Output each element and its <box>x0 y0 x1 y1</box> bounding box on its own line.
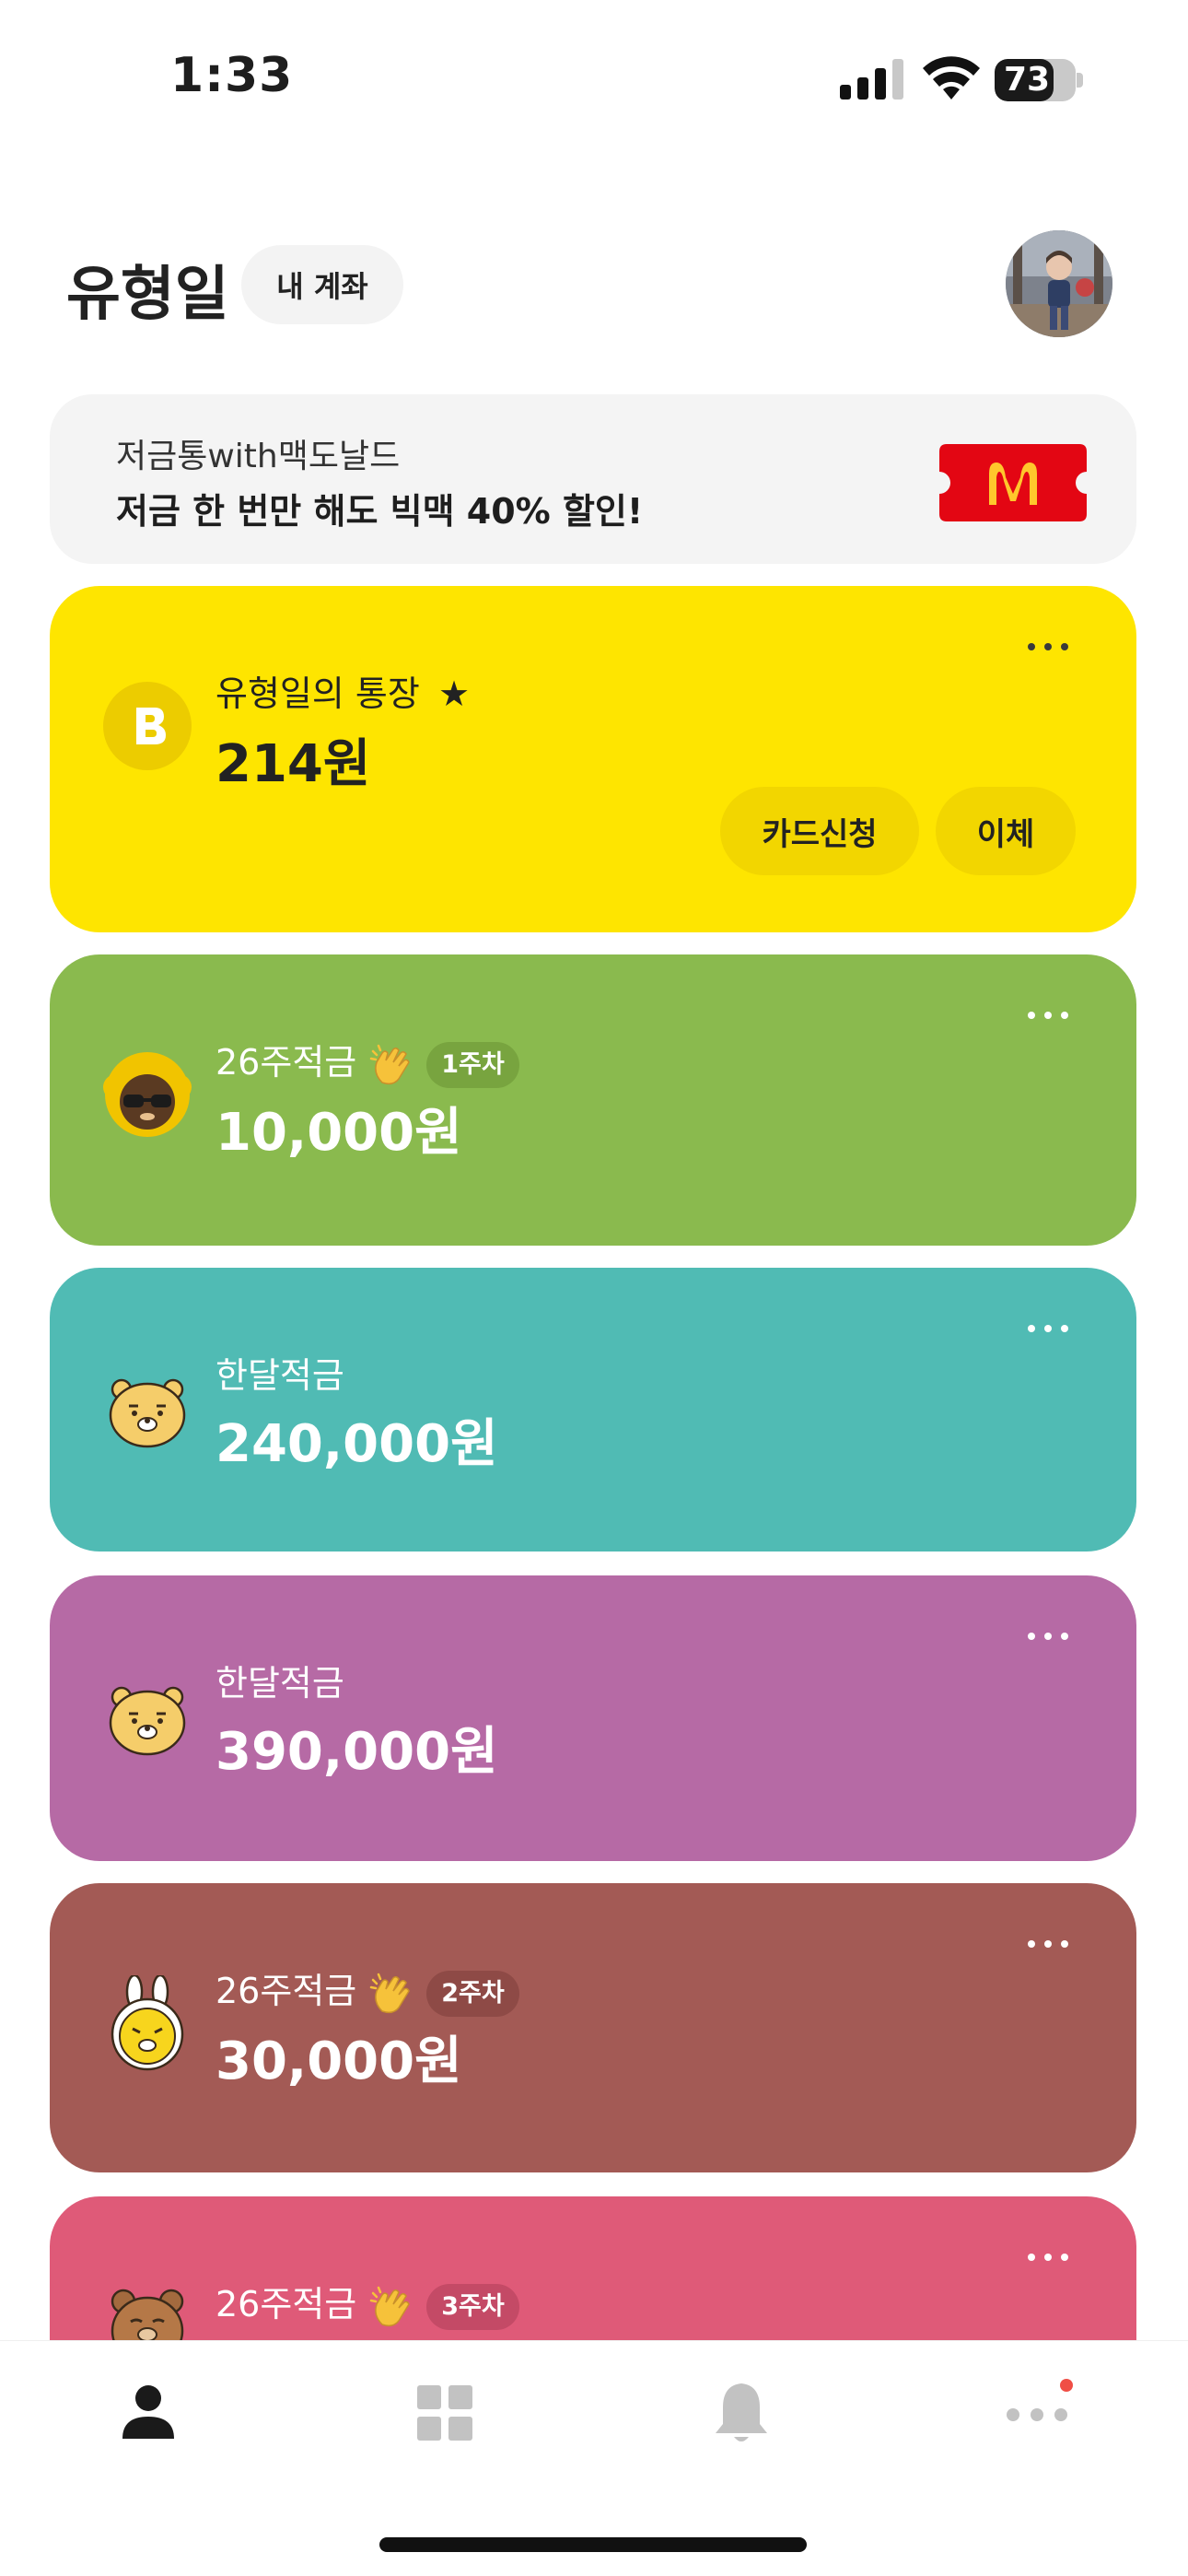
account-balance: 240,000원 <box>215 1414 498 1474</box>
week-badge: 2주차 <box>426 1970 519 2017</box>
account-card-26week-2[interactable]: 26주적금 2주차 30,000원 <box>50 1883 1136 2172</box>
more-options-icon[interactable] <box>1026 1938 1070 1950</box>
muzi-character-icon <box>103 1973 192 2071</box>
clapping-hands-icon <box>369 2286 411 2326</box>
account-name: 26주적금 <box>215 1042 357 1083</box>
page-title: 유형일 <box>66 261 229 329</box>
person-icon[interactable] <box>111 2376 185 2450</box>
more-options-icon[interactable] <box>1026 641 1070 652</box>
ryan-character-icon <box>103 1673 192 1762</box>
account-card-monthly-1[interactable]: 한달적금 240,000원 <box>50 1268 1136 1551</box>
avatar[interactable] <box>1006 230 1112 337</box>
card-apply-button[interactable]: 카드신청 <box>720 787 919 875</box>
mcdonalds-coupon-icon <box>939 444 1087 521</box>
my-account-button[interactable]: 내 계좌 <box>241 245 403 324</box>
promo-subtitle: 저금통with맥도날드 <box>116 438 401 475</box>
promo-banner[interactable]: 저금통with맥도날드 저금 한 번만 해도 빅맥 40% 할인! <box>50 394 1136 564</box>
more-options-icon[interactable] <box>1026 1323 1070 1334</box>
wifi-icon <box>923 56 980 100</box>
cellular-signal-icon <box>840 59 903 100</box>
battery-level: 73 <box>1003 61 1051 99</box>
account-name: 한달적금 <box>215 1663 344 1704</box>
bank-logo-icon <box>103 682 192 770</box>
account-balance: 390,000원 <box>215 1722 498 1782</box>
account-name: 26주적금 <box>215 1971 357 2011</box>
account-name: 한달적금 <box>215 1355 344 1396</box>
bell-icon[interactable] <box>705 2376 778 2450</box>
promo-title: 저금 한 번만 해도 빅맥 40% 할인! <box>116 491 644 532</box>
week-badge: 1주차 <box>426 1041 519 1088</box>
account-balance: 30,000원 <box>215 2032 462 2091</box>
account-balance: 10,000원 <box>215 1103 462 1163</box>
home-indicator <box>379 2537 807 2552</box>
account-name: 유형일의 통장 <box>215 673 420 714</box>
ryan-character-icon <box>103 1365 192 1454</box>
more-options-icon[interactable] <box>1026 1631 1070 1642</box>
notification-dot <box>1060 2379 1073 2392</box>
account-card-main[interactable]: 유형일의 통장 ★ 214원 카드신청 이체 <box>50 586 1136 932</box>
more-options-icon[interactable] <box>1026 2252 1070 2263</box>
transfer-button[interactable]: 이체 <box>936 787 1076 875</box>
star-icon[interactable]: ★ <box>438 673 470 714</box>
account-card-monthly-2[interactable]: 한달적금 390,000원 <box>50 1575 1136 1861</box>
more-options-icon[interactable] <box>1026 1010 1070 1021</box>
battery-icon: 73 <box>995 59 1083 101</box>
clapping-hands-icon <box>369 1973 411 2013</box>
account-card-26week-1[interactable]: 26주적금 1주차 10,000원 <box>50 954 1136 1246</box>
week-badge: 3주차 <box>426 2283 519 2330</box>
more-icon[interactable] <box>1000 2376 1074 2450</box>
clapping-hands-icon <box>369 1044 411 1084</box>
account-balance: 214원 <box>215 734 371 794</box>
account-name: 26주적금 <box>215 2284 357 2324</box>
profile-photo-icon <box>1006 230 1112 337</box>
grid-icon[interactable] <box>408 2376 482 2450</box>
status-time: 1:33 <box>170 48 294 103</box>
frodo-character-icon <box>103 1050 192 1139</box>
